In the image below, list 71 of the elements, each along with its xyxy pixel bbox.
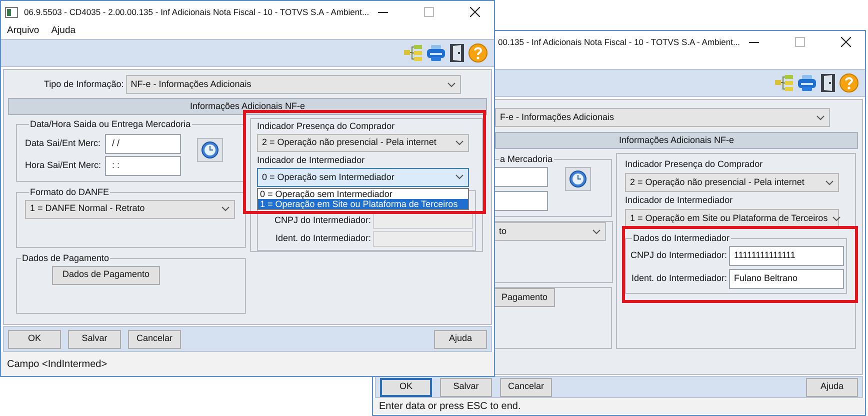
field-label: Hora Sai/Ent Merc:: [25, 158, 102, 172]
maximize-icon: [424, 7, 434, 17]
window-title: 06.9.5503 - CD4035 - 2.00.00.135 - Inf Adicionais Nota Fiscal - 10 - TOTVS S.A - Ambient...: [24, 6, 370, 18]
input-field[interactable]: / /: [105, 134, 181, 154]
input-field[interactable]: [495, 166, 548, 186]
button[interactable]: Ajuda: [806, 378, 858, 396]
chevron-down-icon: [816, 114, 825, 120]
button[interactable]: Cancelar: [128, 330, 181, 348]
dropdown[interactable]: NF-e - Informações Adicionais: [126, 75, 461, 94]
button[interactable]: Dados de Pagamento: [52, 266, 160, 284]
printer-icon: [426, 44, 446, 62]
button[interactable]: OK: [8, 330, 61, 348]
input-field[interactable]: Fulano Beltrano: [729, 268, 844, 288]
clock-icon: [197, 138, 223, 162]
dropdown[interactable]: 0 = Operação sem Intermediador: [257, 168, 469, 187]
field-label: Indicador Presença do Comprador: [625, 158, 764, 171]
group-label: a Mercadoria: [499, 153, 554, 166]
status-bar: Enter data or press ESC to end.: [373, 398, 865, 414]
input-field[interactable]: 11111111111111: [729, 246, 844, 266]
group-label: Formato do DANFE: [29, 186, 110, 199]
chevron-down-icon: [221, 206, 230, 212]
maximize-icon: [795, 37, 805, 47]
chevron-down-icon: [592, 228, 601, 234]
button[interactable]: Salvar: [440, 378, 492, 396]
input-field[interactable]: [495, 190, 548, 210]
chevron-down-icon: [455, 140, 464, 146]
button[interactable]: Salvar: [68, 330, 121, 348]
tree-icon: [403, 44, 423, 62]
field-label: Data Sai/Ent Merc:: [25, 136, 102, 150]
door-icon: [449, 43, 465, 63]
field-label: Indicador de Intermediador: [625, 194, 734, 207]
tree-icon: [774, 74, 794, 92]
chevron-down-icon: [825, 180, 834, 186]
chevron-down-icon: [832, 216, 841, 222]
door-icon: [820, 73, 836, 93]
dropdown[interactable]: to: [495, 222, 606, 241]
button[interactable]: Pagamento: [495, 288, 555, 307]
menu-item[interactable]: Arquivo: [7, 24, 40, 38]
dropdown[interactable]: 2 = Operação não presencial - Pela internet: [625, 173, 839, 192]
input-field[interactable]: : :: [105, 156, 181, 176]
field-label: Indicador Presença do Comprador: [257, 120, 396, 133]
section-header: Informações Adicionais NF-e: [8, 98, 487, 115]
field-label: Indicador de Intermediador: [257, 154, 366, 168]
section-header: Informações Adicionais NF-e: [495, 132, 858, 149]
dropdown[interactable]: 2 = Operação não presencial - Pela internet: [257, 134, 469, 152]
button[interactable]: Ajuda: [434, 330, 487, 348]
clock-icon: [565, 166, 591, 190]
dropdown[interactable]: F-e - Informações Adicionais: [495, 108, 830, 127]
group-label: Dados do Intermediador: [632, 232, 731, 245]
field-label: CNPJ do Intermediador:: [630, 248, 727, 262]
status-bar: Campo <IndIntermed>: [1, 352, 494, 376]
help-icon: [468, 43, 488, 63]
close-icon: [841, 37, 851, 47]
printer-icon: [797, 74, 817, 92]
chevron-down-icon: [455, 174, 464, 180]
menu-item[interactable]: Ajuda: [51, 24, 76, 38]
field-label: CNPJ do Intermediador:: [274, 214, 371, 227]
dropdown[interactable]: 1 = DANFE Normal - Retrato: [25, 200, 235, 218]
field-label: Tipo de Informação:: [44, 78, 124, 91]
dropdown-option[interactable]: 1 = Operação em Site ou Plataforma de Terceiros: [258, 199, 468, 209]
field-label: Ident. do Intermediador:: [631, 272, 727, 285]
chevron-down-icon: [446, 82, 456, 88]
group-label: Data/Hora Saida ou Entrega Mercadoria: [29, 118, 192, 131]
close-icon: [470, 7, 480, 17]
button[interactable]: OK: [380, 378, 432, 396]
help-icon: [839, 73, 859, 93]
app-icon: [5, 6, 18, 18]
field-label: Ident. do Intermediador:: [275, 232, 371, 245]
button[interactable]: Cancelar: [500, 378, 552, 396]
window-title: 00.135 - Inf Adicionais Nota Fiscal - 10 - TOTVS S.A - Ambient...: [498, 36, 740, 48]
group-label: Dados de Pagamento: [21, 252, 110, 265]
